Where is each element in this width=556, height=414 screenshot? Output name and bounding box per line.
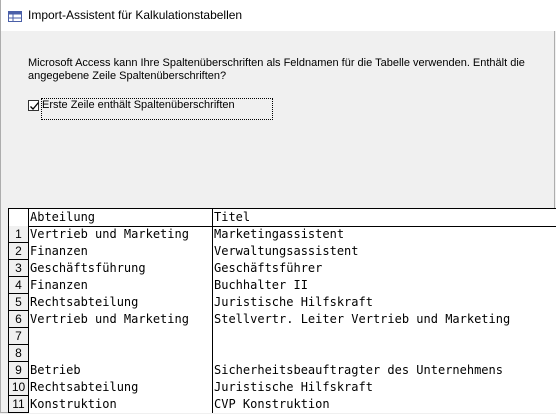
cell-abteilung: Betrieb [30, 363, 81, 377]
cell-titel: Juristische Hilfskraft [214, 295, 373, 309]
row-number: 8 [9, 345, 29, 362]
window-title: Import-Assistent für Kalkulationstabelle… [28, 8, 243, 22]
cell-titel: Verwaltungsassistent [214, 244, 359, 258]
row-number: 5 [9, 294, 29, 311]
column-header-titel[interactable]: Titel [214, 209, 250, 226]
cell-abteilung: Finanzen [30, 244, 88, 258]
row-number: 6 [9, 311, 29, 328]
cell-titel: Stellvertr. Leiter Vertrieb und Marketin… [214, 312, 511, 326]
first-row-headers-checkbox[interactable] [28, 100, 39, 111]
cell-titel: Buchhalter II [214, 278, 308, 292]
column-header-abteilung[interactable]: Abteilung [30, 209, 95, 226]
first-row-headers-option[interactable]: Erste Zeile enthält Spaltenüberschriften [28, 98, 274, 120]
data-preview-grid[interactable]: Abteilung Titel 1 Vertrieb und Marketing M… [8, 208, 556, 413]
row-number: 4 [9, 277, 29, 294]
cell-abteilung: Rechtsabteilung [30, 295, 139, 309]
table-row[interactable]: 5 Rechtsabteilung Juristische Hilfskraft [9, 294, 556, 311]
table-row[interactable]: 8 [9, 345, 556, 362]
spreadsheet-import-icon [8, 9, 22, 22]
table-row[interactable]: 2 Finanzen Verwaltungsassistent [9, 243, 556, 260]
grid-header-row: Abteilung Titel [9, 209, 556, 227]
intro-text: Microsoft Access kann Ihre Spaltenübersc… [28, 57, 525, 82]
cell-titel: Geschäftsführer [214, 261, 323, 275]
cell-titel: CVP Konstruktion [214, 397, 330, 411]
cell-abteilung: Finanzen [30, 278, 88, 292]
cell-titel: Sicherheitsbeauftragter des Unternehmens [214, 363, 503, 377]
import-wizard-window: Import-Assistent für Kalkulationstabelle… [0, 0, 556, 413]
cell-titel: Juristische Hilfskraft [214, 380, 373, 394]
row-number: 9 [9, 362, 29, 379]
row-number: 2 [9, 243, 29, 260]
focus-rectangle [41, 98, 273, 120]
table-row[interactable]: 6 Vertrieb und Marketing Stellvertr. Leite… [9, 311, 556, 328]
table-row[interactable]: 7 [9, 328, 556, 345]
cell-abteilung: Konstruktion [30, 397, 117, 411]
title-bar: Import-Assistent für Kalkulationstabelle… [1, 0, 556, 31]
cell-abteilung: Rechtsabteilung [30, 380, 139, 394]
table-row[interactable]: 3 Geschäftsführung Geschäftsführer [9, 260, 556, 277]
cell-titel: Marketingassistent [214, 227, 345, 241]
row-number: 3 [9, 260, 29, 277]
row-number: 10 [9, 379, 29, 396]
cell-abteilung: Vertrieb und Marketing [30, 227, 189, 241]
row-number: 1 [9, 226, 29, 243]
row-number: 7 [9, 328, 29, 345]
table-row[interactable]: 11 Konstruktion CVP Konstruktion [9, 396, 556, 413]
row-number: 11 [9, 396, 29, 413]
rownum-separator [28, 209, 29, 413]
cell-abteilung: Geschäftsführung [30, 261, 146, 275]
table-row[interactable]: 1 Vertrieb und Marketing Marketingassisten… [9, 226, 556, 243]
table-row[interactable]: 4 Finanzen Buchhalter II [9, 277, 556, 294]
table-row[interactable]: 10 Rechtsabteilung Juristische Hilfskraft [9, 379, 556, 396]
table-row[interactable]: 9 Betrieb Sicherheitsbeauftragter des Unte… [9, 362, 556, 379]
cell-abteilung: Vertrieb und Marketing [30, 312, 189, 326]
column-separator[interactable] [212, 209, 213, 413]
